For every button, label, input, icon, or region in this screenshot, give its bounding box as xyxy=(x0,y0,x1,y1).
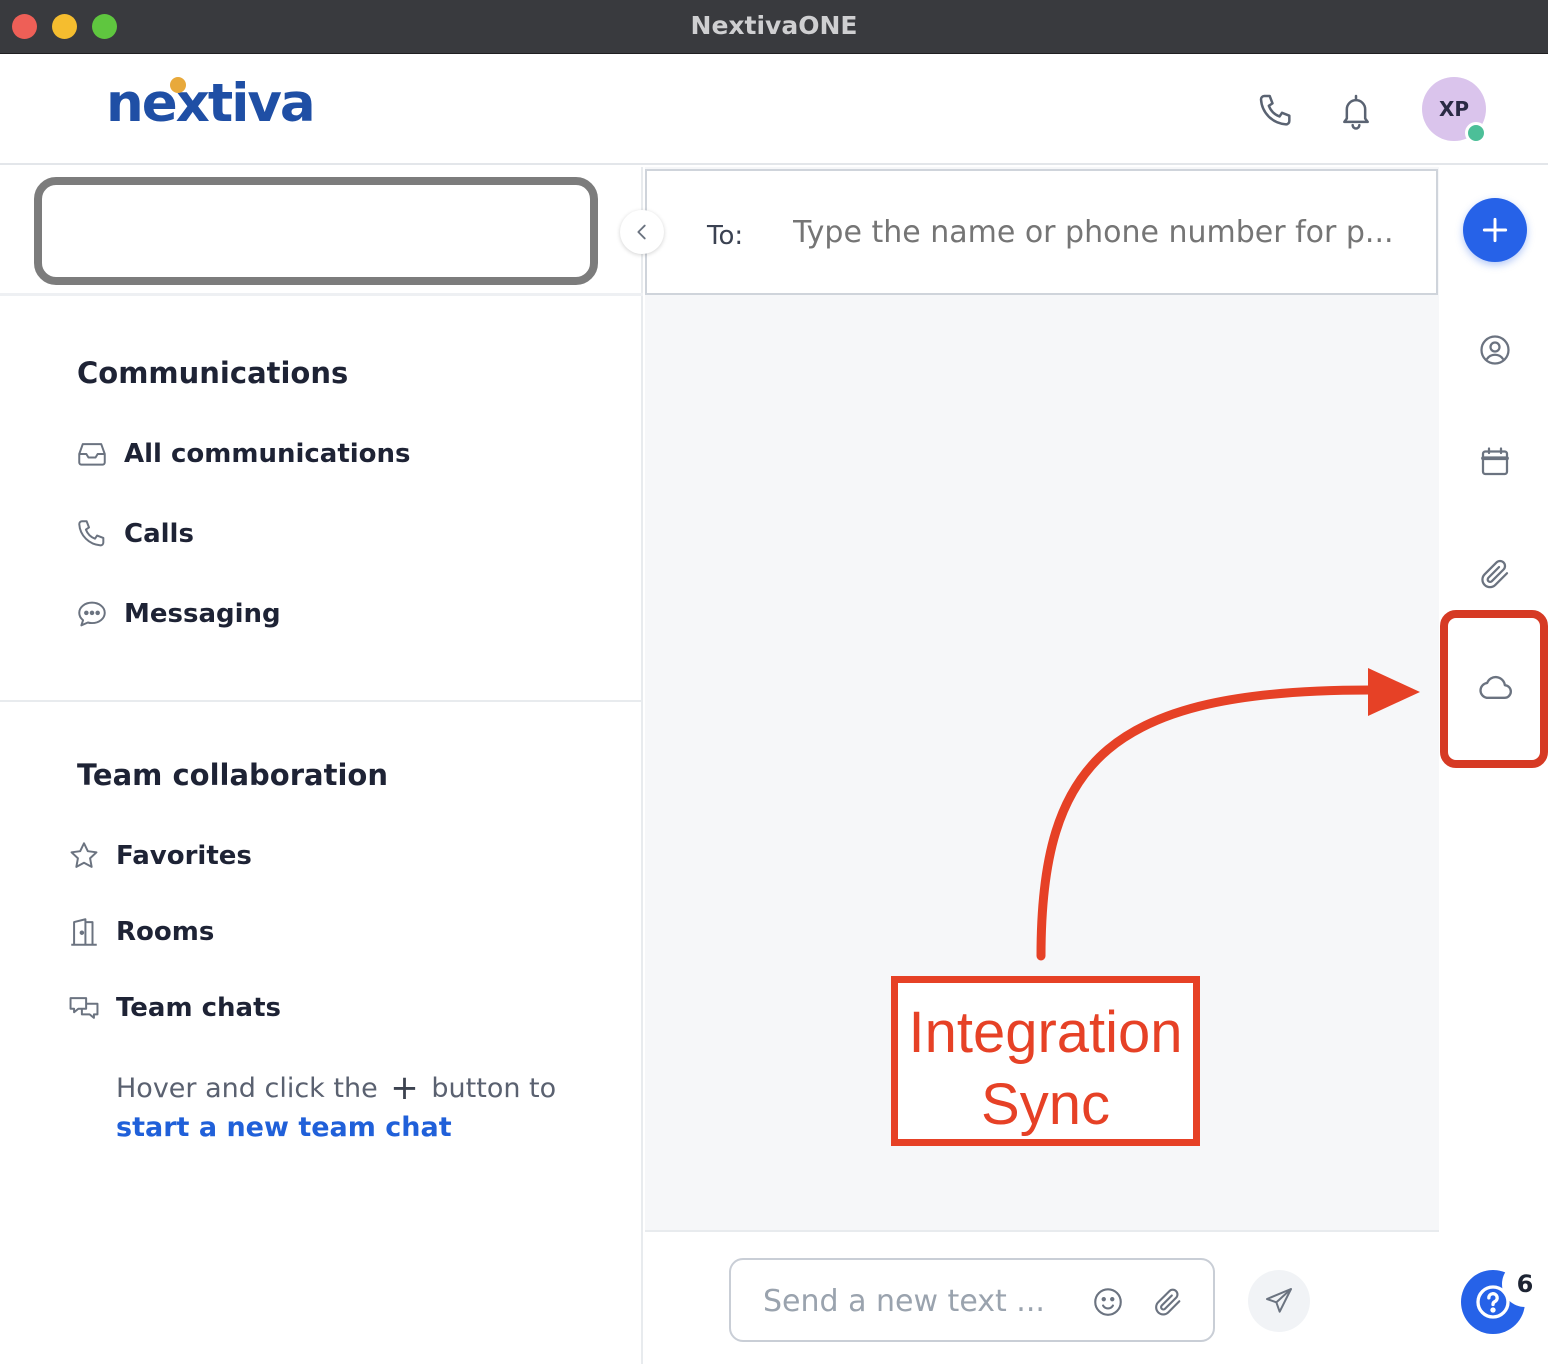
divider xyxy=(0,293,643,296)
composer-placeholder[interactable]: Send a new text ... xyxy=(763,1284,1045,1319)
help-count-badge: 6 xyxy=(1502,1261,1548,1307)
logo-dot xyxy=(170,77,186,93)
window-title: NextivaONE xyxy=(690,11,858,40)
team-collaboration-heading: Team collaboration xyxy=(77,758,388,792)
search-input[interactable] xyxy=(34,177,598,285)
nav-label: Messaging xyxy=(124,599,281,629)
door-icon xyxy=(71,918,97,946)
chevron-left-icon xyxy=(637,224,646,240)
emoji-icon[interactable] xyxy=(1091,1285,1125,1319)
nav-team-chats[interactable]: Team chats xyxy=(67,991,281,1025)
phone-icon[interactable] xyxy=(1256,91,1296,131)
left-sidebar: Communications All communications Calls … xyxy=(0,167,664,1364)
composer-area: Send a new text ... xyxy=(645,1230,1439,1364)
annotation-line: Sync xyxy=(981,1072,1110,1137)
nextiva-logo: nextiva xyxy=(106,73,316,134)
plus-icon: + xyxy=(390,1068,419,1108)
chats-icon xyxy=(69,997,99,1019)
recipient-input[interactable] xyxy=(793,215,1413,250)
nav-label: Calls xyxy=(124,519,194,549)
nav-favorites[interactable]: Favorites xyxy=(67,839,252,873)
chat-bubble-icon xyxy=(78,601,106,627)
window-titlebar: NextivaONE xyxy=(0,0,1548,54)
collapse-sidebar-button[interactable] xyxy=(620,210,664,254)
annotation-text: Integration Sync xyxy=(898,997,1193,1141)
nav-all-communications[interactable]: All communications xyxy=(75,437,411,471)
conversation-pane: To: Send a new text ... xyxy=(645,167,1439,1364)
nav-messaging[interactable]: Messaging xyxy=(75,597,281,631)
send-icon xyxy=(1266,1288,1292,1313)
start-team-chat-link[interactable]: start a new team chat xyxy=(116,1108,452,1148)
nav-label: Rooms xyxy=(116,917,215,947)
nav-calls[interactable]: Calls xyxy=(75,517,194,551)
nav-label: All communications xyxy=(124,439,411,469)
nav-rooms[interactable]: Rooms xyxy=(67,915,214,949)
to-label: To: xyxy=(707,221,744,251)
inbox-icon xyxy=(78,443,106,466)
phone-icon xyxy=(78,520,105,547)
calendar-icon[interactable] xyxy=(1477,444,1513,480)
presence-status-dot xyxy=(1465,122,1487,144)
paperclip-icon[interactable] xyxy=(1477,556,1513,592)
communications-heading: Communications xyxy=(77,356,349,390)
message-composer[interactable]: Send a new text ... xyxy=(729,1258,1215,1342)
contact-icon[interactable] xyxy=(1477,332,1513,368)
nav-label: Team chats xyxy=(116,993,281,1023)
add-icon xyxy=(1482,217,1508,243)
send-button[interactable] xyxy=(1248,1270,1310,1332)
nav-label: Favorites xyxy=(116,841,252,871)
star-icon xyxy=(70,842,98,868)
paperclip-icon[interactable] xyxy=(1151,1285,1185,1319)
hint-text: Hover and click the xyxy=(116,1073,378,1104)
annotation-label-box: Integration Sync xyxy=(891,976,1200,1146)
team-chat-hint: Hover and click the + button to xyxy=(116,1068,556,1109)
cloud-highlight-box xyxy=(1440,610,1548,768)
hint-text: button to xyxy=(431,1073,557,1104)
recipient-bar: To: xyxy=(645,169,1438,295)
divider xyxy=(0,700,643,702)
annotation-line: Integration xyxy=(908,1000,1183,1065)
bell-icon[interactable] xyxy=(1336,91,1376,131)
app-header: nextiva XP xyxy=(0,55,1548,165)
new-item-button[interactable] xyxy=(1463,198,1527,262)
